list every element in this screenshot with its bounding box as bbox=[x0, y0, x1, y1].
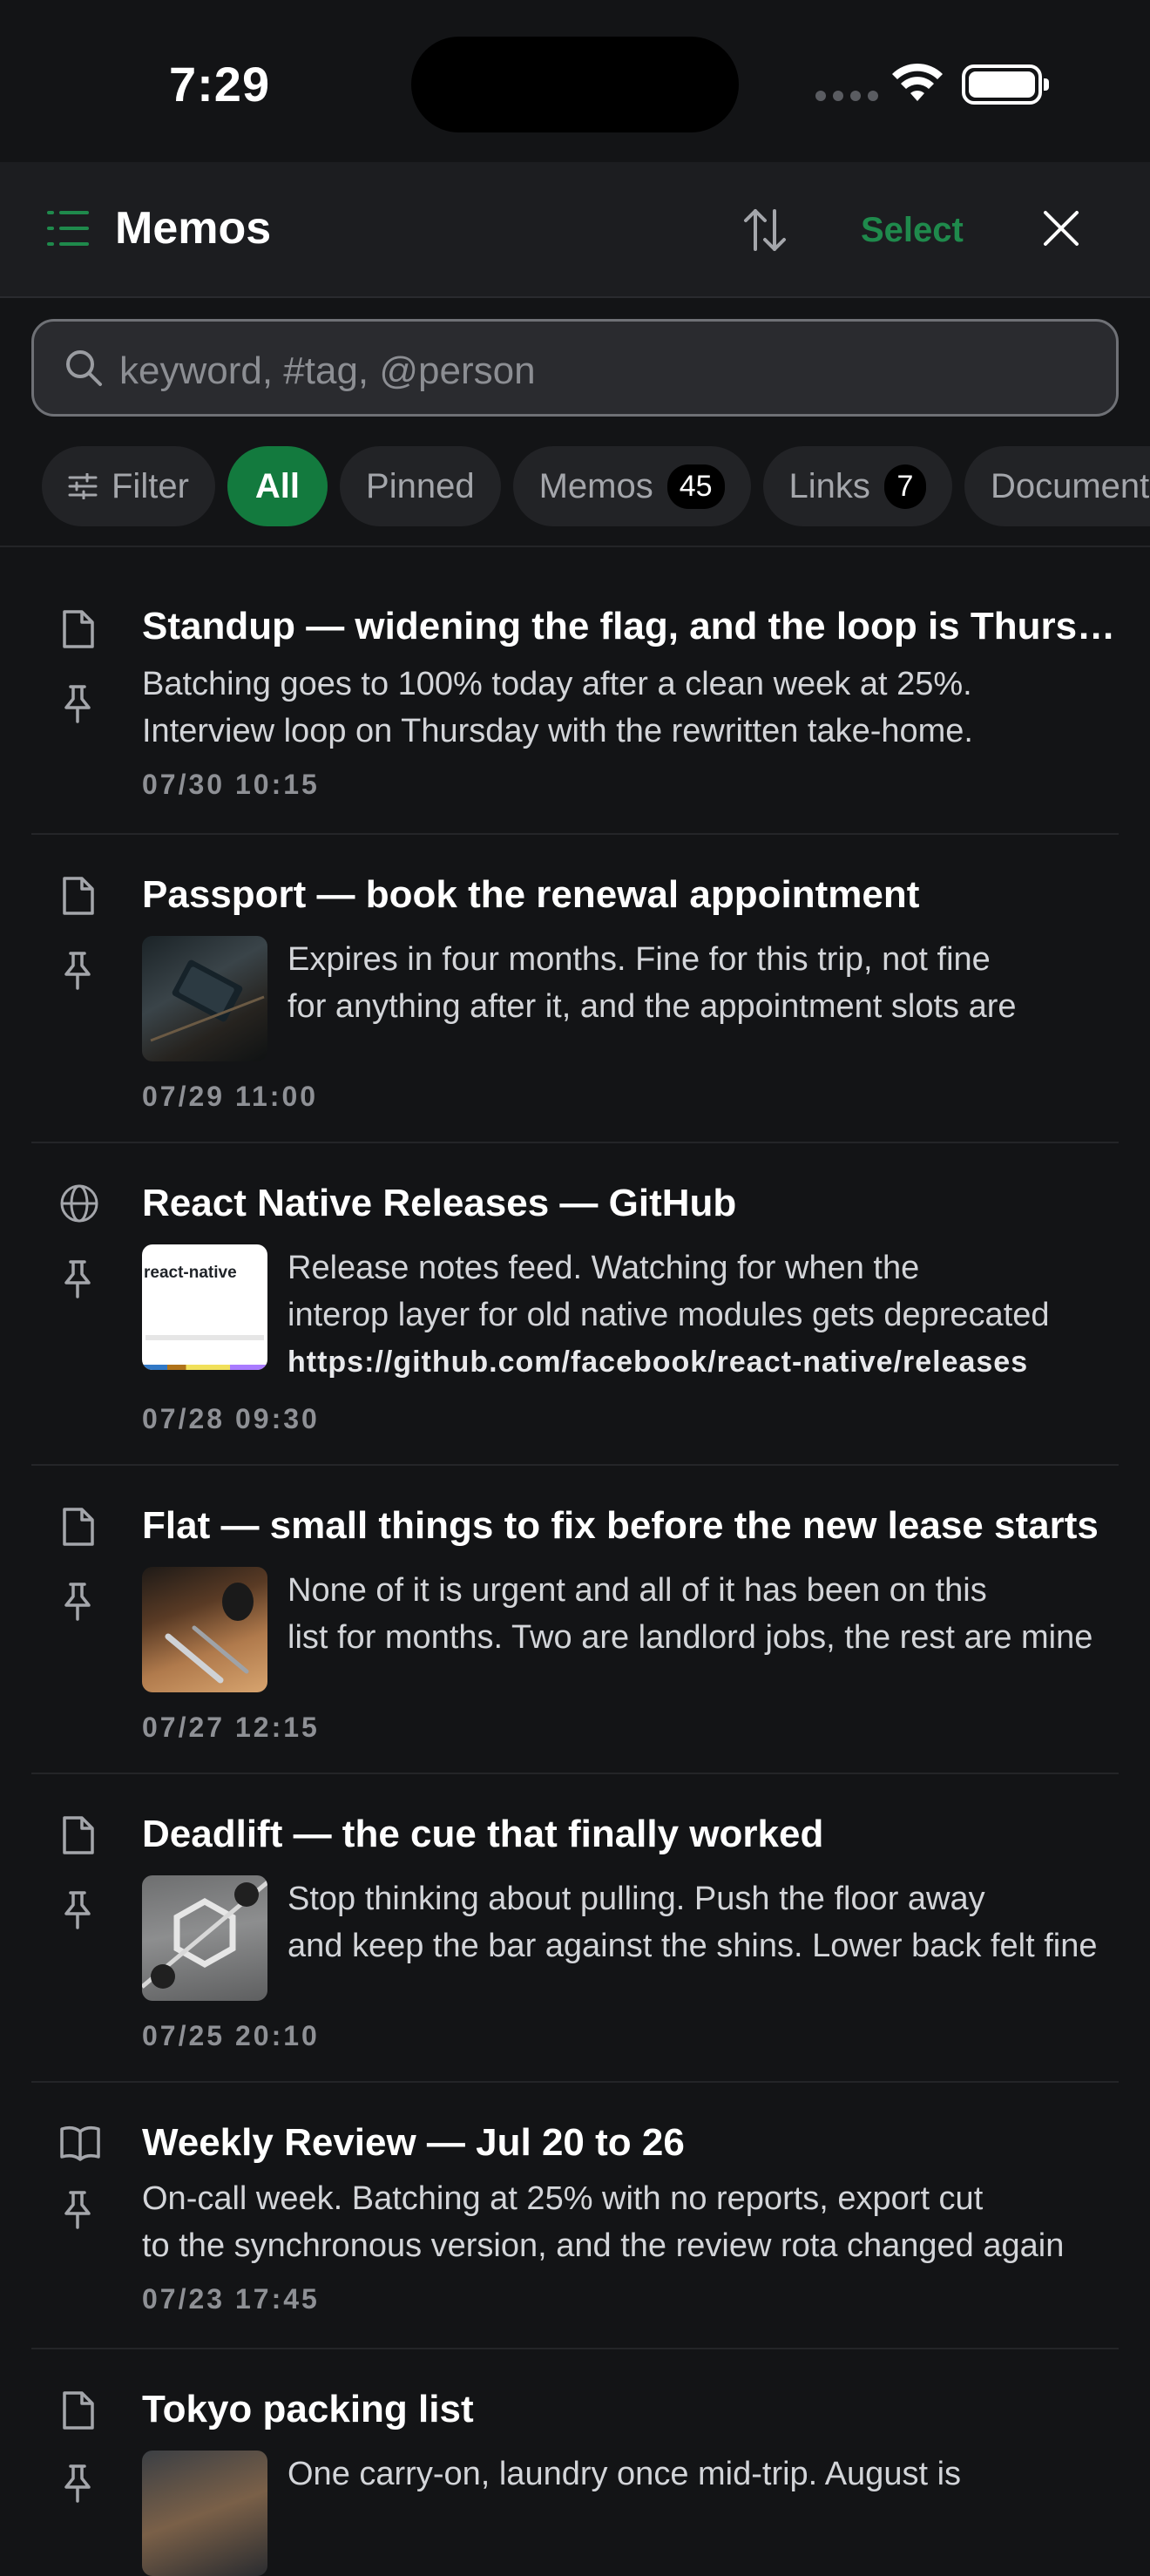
status-bar: 7:29 bbox=[0, 0, 1150, 162]
memo-title: Passport — book the renewal appointment bbox=[142, 873, 920, 916]
memo-title: Weekly Review — Jul 20 to 26 bbox=[142, 2121, 685, 2164]
chip-label: Filter bbox=[112, 466, 189, 505]
thumbnail-stats bbox=[145, 1335, 264, 1340]
memo-date: 07/30 10:15 bbox=[142, 769, 320, 800]
chip-pinned[interactable]: Pinned bbox=[340, 446, 501, 526]
chip-label: Links bbox=[788, 466, 870, 505]
memo-item[interactable]: Weekly Review — Jul 20 to 26 On-call wee… bbox=[31, 2083, 1119, 2349]
document-icon bbox=[63, 1508, 94, 1546]
memo-preview: On-call week. Batching at 25% with no re… bbox=[142, 2175, 1126, 2269]
pin-icon[interactable] bbox=[61, 2463, 94, 2505]
preview-line: to the synchronous version, and the revi… bbox=[142, 2227, 1065, 2264]
barbell-image bbox=[142, 1881, 267, 1989]
preview-line: for anything after it, and the appointme… bbox=[288, 988, 1017, 1025]
menu-list-icon[interactable] bbox=[45, 206, 91, 251]
memo-preview: Stop thinking about pulling. Push the fl… bbox=[288, 1875, 1124, 1969]
memo-thumbnail bbox=[142, 2451, 267, 2576]
thumbnail-language-bar bbox=[142, 1365, 267, 1370]
preview-line: Expires in four months. Fine for this tr… bbox=[288, 941, 991, 978]
preview-line: Release notes feed. Watching for when th… bbox=[288, 1250, 920, 1286]
memo-preview: One carry-on, laundry once mid-trip. Aug… bbox=[288, 2451, 1124, 2498]
book-icon bbox=[60, 2126, 100, 2161]
preview-line: interop layer for old native modules get… bbox=[288, 1297, 1050, 1333]
preview-line: Interview loop on Thursday with the rewr… bbox=[142, 713, 973, 749]
thumbnail-caption: react-native bbox=[144, 1264, 237, 1282]
chip-memos[interactable]: Memos 45 bbox=[512, 446, 751, 526]
chip-label: Memos bbox=[538, 466, 653, 505]
memo-thumbnail bbox=[142, 1875, 267, 2001]
dynamic-island bbox=[411, 37, 739, 132]
memo-item[interactable]: Flat — small things to fix before the ne… bbox=[31, 1466, 1119, 1774]
memo-title: Standup — widening the flag, and the loo… bbox=[142, 605, 1126, 647]
pin-icon[interactable] bbox=[61, 1889, 94, 1931]
search-input[interactable]: keyword, #tag, @person bbox=[31, 319, 1119, 417]
tools-image bbox=[165, 1583, 254, 1684]
preview-line: On-call week. Batching at 25% with no re… bbox=[142, 2180, 984, 2217]
memo-item[interactable]: Standup — widening the flag, and the loo… bbox=[31, 547, 1126, 835]
memo-url[interactable]: https://github.com/facebook/react-native… bbox=[288, 1339, 1124, 1386]
chip-links[interactable]: Links 7 bbox=[762, 446, 952, 526]
memo-item[interactable]: Passport — book the renewal appointment … bbox=[31, 835, 1119, 1143]
memo-preview: Release notes feed. Watching for when th… bbox=[288, 1244, 1124, 1386]
nav-header: Memos Select bbox=[0, 162, 1150, 298]
pin-icon[interactable] bbox=[61, 2189, 94, 2231]
pin-icon[interactable] bbox=[61, 683, 94, 725]
select-button[interactable]: Select bbox=[861, 211, 964, 250]
memo-item[interactable]: React Native Releases — GitHub react-nat… bbox=[31, 1143, 1119, 1466]
memo-thumbnail bbox=[142, 936, 267, 1061]
memo-preview: None of it is urgent and all of it has b… bbox=[288, 1567, 1124, 1661]
filter-chip[interactable]: Filter bbox=[42, 446, 215, 526]
chip-label: Documents bbox=[990, 466, 1150, 505]
globe-icon bbox=[60, 1184, 98, 1223]
preview-line: Stop thinking about pulling. Push the fl… bbox=[288, 1881, 985, 1917]
memo-thumbnail bbox=[142, 1567, 267, 1692]
cellular-signal-icon bbox=[815, 91, 878, 101]
memo-title: Flat — small things to fix before the ne… bbox=[142, 1504, 1099, 1547]
memo-date: 07/27 12:15 bbox=[142, 1712, 320, 1743]
search-placeholder: keyword, #tag, @person bbox=[119, 349, 536, 392]
document-icon bbox=[63, 2391, 94, 2430]
memo-date: 07/29 11:00 bbox=[142, 1081, 319, 1112]
wifi-icon bbox=[892, 63, 943, 101]
pin-icon[interactable] bbox=[61, 1258, 94, 1300]
page-title: Memos bbox=[115, 203, 272, 254]
battery-icon bbox=[962, 64, 1049, 105]
chip-all[interactable]: All bbox=[227, 446, 328, 526]
document-icon bbox=[63, 1816, 94, 1854]
memo-preview: Batching goes to 100% today after a clea… bbox=[142, 661, 1126, 755]
close-icon[interactable] bbox=[1040, 207, 1082, 249]
passport-image bbox=[150, 959, 265, 1042]
memo-item[interactable]: Tokyo packing list One carry-on, laundry… bbox=[31, 2349, 1119, 2576]
preview-line: One carry-on, laundry once mid-trip. Aug… bbox=[288, 2456, 962, 2492]
sliders-icon bbox=[68, 473, 98, 499]
pin-icon[interactable] bbox=[61, 950, 94, 992]
preview-line: list for months. Two are landlord jobs, … bbox=[288, 1619, 1093, 1656]
memo-date: 07/25 20:10 bbox=[142, 2020, 320, 2051]
preview-line: and keep the bar against the shins. Lowe… bbox=[288, 1928, 1098, 1964]
memo-thumbnail: react-native bbox=[142, 1244, 267, 1370]
memo-title: Tokyo packing list bbox=[142, 2388, 474, 2430]
preview-line: Batching goes to 100% today after a clea… bbox=[142, 666, 972, 702]
status-time: 7:29 bbox=[169, 57, 271, 112]
chip-label: Pinned bbox=[366, 466, 475, 505]
chip-documents[interactable]: Documents bbox=[964, 446, 1150, 526]
memo-item[interactable]: Deadlift — the cue that finally worked S… bbox=[31, 1774, 1119, 2083]
memo-date: 07/28 09:30 bbox=[142, 1403, 320, 1434]
memo-title: React Native Releases — GitHub bbox=[142, 1182, 737, 1224]
chip-label: All bbox=[254, 466, 301, 505]
count-badge: 45 bbox=[666, 464, 725, 509]
memo-list: Standup — widening the flag, and the loo… bbox=[0, 547, 1150, 2576]
document-icon bbox=[63, 610, 94, 648]
count-badge: 7 bbox=[883, 464, 926, 509]
memo-preview: Expires in four months. Fine for this tr… bbox=[288, 936, 1124, 1030]
document-icon bbox=[63, 877, 94, 915]
memo-date: 07/23 17:45 bbox=[142, 2283, 320, 2315]
search-icon bbox=[66, 350, 102, 386]
preview-line: None of it is urgent and all of it has b… bbox=[288, 1572, 987, 1609]
filter-chips: Filter All Pinned Memos 45 Links 7 Docum… bbox=[42, 446, 1150, 526]
sort-icon[interactable] bbox=[741, 206, 789, 254]
pin-icon[interactable] bbox=[61, 1581, 94, 1623]
memo-title: Deadlift — the cue that finally worked bbox=[142, 1813, 824, 1855]
